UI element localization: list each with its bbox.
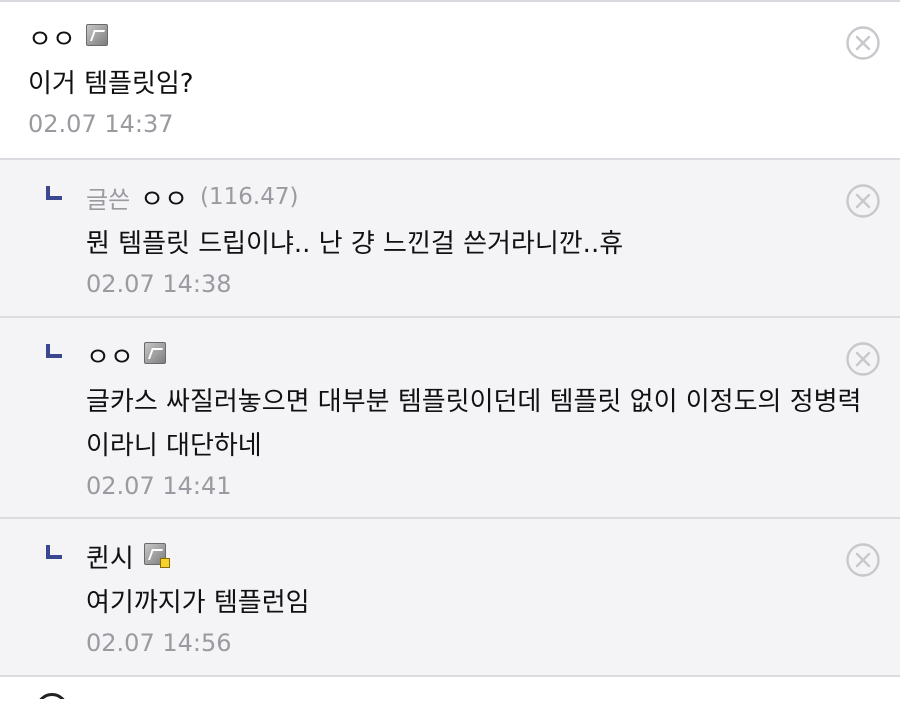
reply-arrow-icon <box>46 186 62 200</box>
delete-comment-button[interactable] <box>846 184 880 218</box>
reply-item: 퀸시 여기까지가 템플런임 02.07 14:56 <box>0 519 900 677</box>
comment-text: 뭔 템플릿 드립이냐.. 난 걍 느낀걸 쓴거라니깐..휴 <box>86 229 624 259</box>
reply-item: 글쓴 ㅇㅇ (116.47) 뭔 템플릿 드립이냐.. 난 걍 느낀걸 쓴거라니… <box>0 160 900 318</box>
nickname[interactable]: ㅇㅇ <box>28 19 76 56</box>
ip-address: (116.47) <box>200 184 299 210</box>
comment-date: 02.07 14:38 <box>86 270 232 298</box>
comment-item: ㅇㅇ 이거 템플릿임? 02.07 14:37 <box>0 2 900 160</box>
comment-text: 여기까지가 템플런임 <box>86 588 310 618</box>
nickname[interactable]: 퀸시 <box>86 538 134 575</box>
fixed-nick-badge-icon <box>143 342 166 364</box>
comment-text: 글카스 싸질러놓으면 대부분 템플릿이던데 템플릿 없이 이정도의 정병력이라니… <box>86 387 862 461</box>
delete-comment-button[interactable] <box>846 543 880 577</box>
comment-author: 글쓴 ㅇㅇ (116.47) <box>86 179 900 216</box>
user-icon <box>36 693 68 699</box>
reply-arrow-icon <box>46 545 62 559</box>
nickname[interactable]: ㅇㅇ <box>86 337 134 374</box>
next-comment-peek <box>0 677 900 699</box>
comment-author: ㅇㅇ <box>86 337 900 374</box>
delete-comment-button[interactable] <box>846 342 880 376</box>
close-circle-icon <box>846 543 880 577</box>
fixed-nick-badge-icon <box>85 24 108 46</box>
comment-author: ㅇㅇ <box>28 19 900 56</box>
reply-item: ㅇㅇ 글카스 싸질러놓으면 대부분 템플릿이던데 템플릿 없이 이정도의 정병력… <box>0 318 900 519</box>
comment-text: 이거 템플릿임? <box>28 69 194 99</box>
reply-arrow-icon <box>46 344 62 358</box>
writer-tag: 글쓴 <box>86 185 131 214</box>
close-circle-icon <box>846 26 880 60</box>
close-circle-icon <box>846 342 880 376</box>
delete-comment-button[interactable] <box>846 26 880 60</box>
manager-badge-icon <box>143 543 170 568</box>
comment-date: 02.07 14:56 <box>86 629 232 657</box>
comment-date: 02.07 14:41 <box>86 472 232 500</box>
close-circle-icon <box>846 184 880 218</box>
comment-date: 02.07 14:37 <box>28 110 174 138</box>
nickname[interactable]: ㅇㅇ <box>140 179 188 216</box>
comment-author: 퀸시 <box>86 538 900 575</box>
